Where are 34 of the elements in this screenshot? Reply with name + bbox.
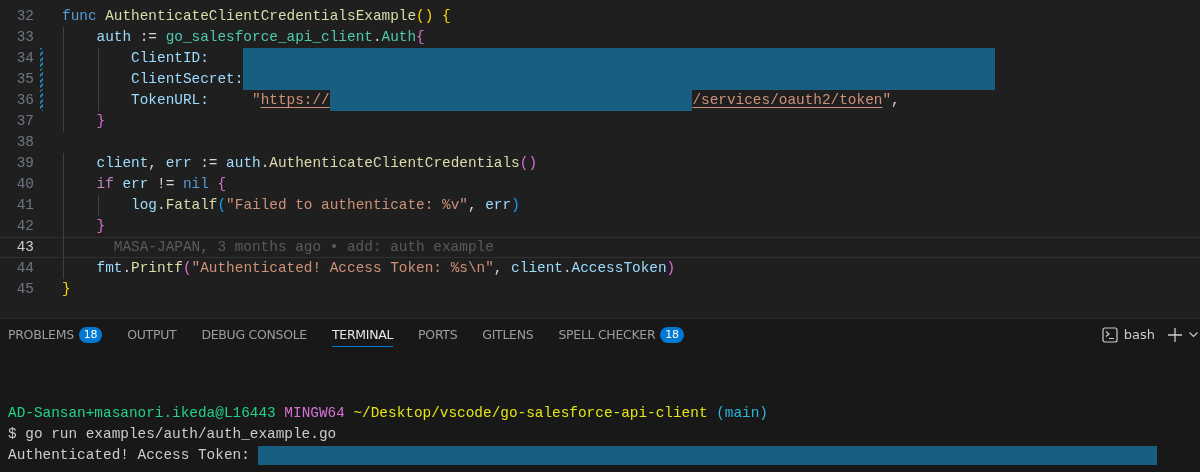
change-marker[interactable]: [40, 90, 43, 111]
count-badge: 18: [660, 326, 684, 343]
count-badge: 18: [78, 326, 103, 343]
panel-tab[interactable]: DEBUG CONSOLE: [201, 322, 307, 347]
line-number: 39: [15, 154, 34, 173]
panel-tab[interactable]: PROBLEMS 18: [8, 321, 103, 348]
line-number: 40: [15, 175, 34, 194]
terminal-icon[interactable]: [1101, 326, 1118, 343]
line-number: 38: [15, 133, 34, 152]
panel-tab[interactable]: TERMINAL: [331, 322, 394, 347]
terminal-name[interactable]: bash: [1123, 327, 1155, 342]
code-line: }: [62, 280, 72, 299]
line-number: 34: [15, 49, 34, 68]
line-number: 45: [15, 280, 34, 299]
line-number: 37: [15, 112, 34, 131]
terminal-line: $ go run examples/auth/auth_example.go: [8, 425, 338, 444]
line-number: 35: [15, 70, 34, 89]
panel-tab[interactable]: PORTS: [418, 322, 458, 347]
line-number: 43: [15, 238, 34, 257]
panel-tab[interactable]: OUTPUT: [127, 322, 177, 347]
line-number: 44: [15, 259, 34, 278]
panel-tab[interactable]: SPELL CHECKER 18: [558, 321, 684, 348]
line-number: 41: [15, 196, 34, 215]
line-number: 42: [15, 217, 34, 236]
line-number: 33: [15, 28, 34, 47]
code-line: func AuthenticateClientCredentialsExample() {: [62, 7, 452, 26]
plus-icon[interactable]: [1167, 326, 1183, 343]
line-number: 36: [15, 91, 34, 110]
panel-tab[interactable]: GITLENS: [482, 322, 534, 347]
line-number: 32: [15, 7, 34, 26]
change-marker[interactable]: [40, 69, 43, 90]
change-marker[interactable]: [40, 48, 43, 69]
terminal-line: AD-Sansan+masanori.ikeda@L16443 MINGW64 ~/Desktop/vscode/go-salesforce-api-client (main): [8, 404, 769, 423]
chevron-down-icon[interactable]: [1189, 331, 1198, 338]
